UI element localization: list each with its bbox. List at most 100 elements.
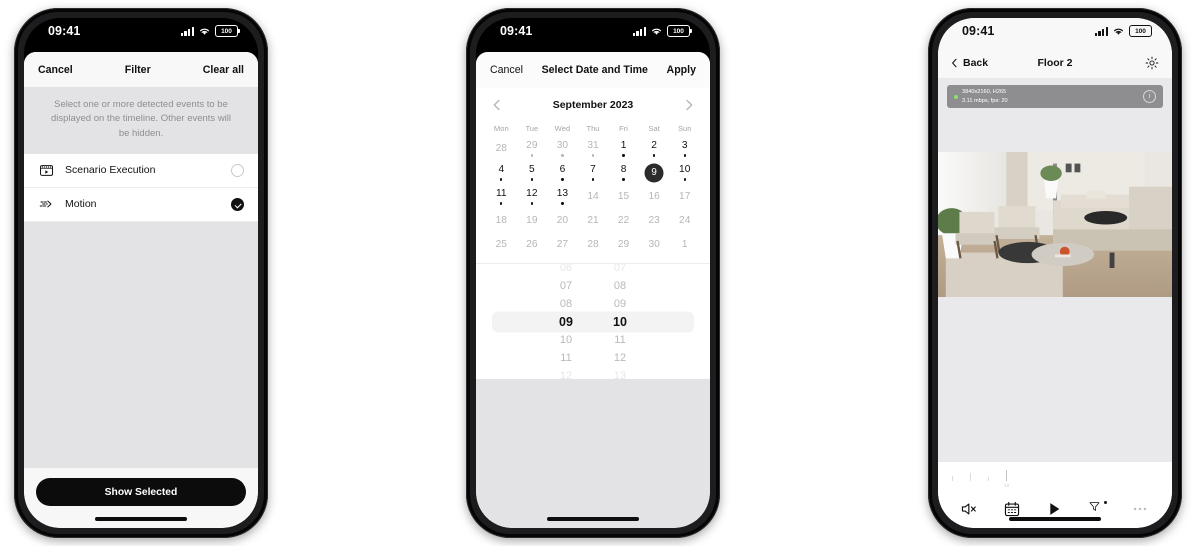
filter-screen-body: Cancel Filter Clear all Select one or mo… [24,48,258,528]
list-item-motion[interactable]: Motion [24,187,258,222]
calendar-day-17[interactable]: 17 [669,185,700,209]
calendar-event-dot [530,178,534,181]
calendar-day-7[interactable]: 7 [578,161,609,185]
calendar-day-8[interactable]: 8 [608,161,639,185]
minute-wheel[interactable]: 07 08 09 10 11 12 13 [603,264,637,379]
calendar-day-9[interactable]: 9 [639,161,670,185]
calendar-day-29[interactable]: 29 [608,233,639,257]
calendar-day-6[interactable]: 6 [547,161,578,185]
calendar-day-2[interactable]: 2 [639,137,670,161]
cancel-button[interactable]: Cancel [38,64,73,76]
calendar-day-25[interactable]: 25 [486,233,517,257]
calendar-day-number: 29 [617,238,630,250]
speaker-mute-button[interactable] [960,500,979,519]
back-label: Back [963,57,989,69]
calendar-day-number: 21 [587,214,599,226]
calendar-day-number: 1 [620,140,627,152]
calendar-day-23[interactable]: 23 [639,209,670,233]
calendar-day-number: 18 [495,214,507,226]
calendar-day-number: 2 [651,140,657,152]
calendar-day-27[interactable]: 27 [547,233,578,257]
minute-option[interactable]: 11 [614,331,625,349]
clear-all-button[interactable]: Clear all [203,64,244,76]
time-picker[interactable]: 06 07 08 09 10 11 12 07 08 09 10 11 12 13 [476,264,710,379]
filter-sheet: Cancel Filter Clear all Select one or mo… [24,52,258,528]
more-ellipsis-button[interactable] [1131,500,1150,519]
hour-option[interactable]: 08 [560,295,572,313]
minute-option[interactable]: 09 [614,295,626,313]
calendar-day-29[interactable]: 29 [517,137,548,161]
funnel-button[interactable] [1088,500,1108,519]
chevron-right-icon[interactable] [682,98,696,112]
home-indicator [547,517,639,521]
hour-selected[interactable]: 09 [559,313,573,331]
minute-option[interactable]: 08 [614,277,626,295]
hour-option[interactable]: 12 [560,367,572,380]
hour-option[interactable]: 06 [560,264,572,277]
calendar-button[interactable] [1003,500,1022,519]
minute-option[interactable]: 12 [614,349,626,367]
datetime-sheet: Cancel Select Date and Time Apply Septem… [476,52,710,528]
calendar-day-1[interactable]: 1 [608,137,639,161]
green-status-dot [954,94,958,99]
calendar-day-11[interactable]: 11 [486,185,517,209]
calendar-day-number: 30 [556,140,569,152]
hour-option[interactable]: 07 [560,277,572,295]
calendar-day-15[interactable]: 15 [608,185,639,209]
calendar-day-28[interactable]: 28 [486,137,517,161]
calendar-day-30[interactable]: 30 [639,233,670,257]
minute-option[interactable]: 13 [614,367,626,380]
calendar-day-number: 11 [495,188,507,200]
calendar-day-10[interactable]: 10 [669,161,700,185]
calendar-day-13[interactable]: 13 [547,185,578,209]
datetime-empty-area [476,379,710,528]
hour-option[interactable]: 11 [560,349,571,367]
cancel-button[interactable]: Cancel [490,64,523,76]
minute-selected[interactable]: 10 [613,313,627,331]
calendar-event-dot [622,178,625,181]
list-item-scenario-execution[interactable]: Scenario Execution [24,153,258,188]
calendar-day-3[interactable]: 3 [669,137,700,161]
calendar-event-dot [683,178,686,181]
calendar-day-21[interactable]: 21 [578,209,609,233]
calendar-day-30[interactable]: 30 [547,137,578,161]
info-circle-icon[interactable]: i [1143,90,1156,103]
calendar-day-24[interactable]: 24 [669,209,700,233]
calendar-day-26[interactable]: 26 [517,233,548,257]
gear-icon[interactable] [1144,55,1160,71]
weekday-label: Mon [493,124,509,133]
calendar-day-number: 5 [529,164,535,176]
calendar-day-1[interactable]: 1 [669,233,700,257]
hour-option[interactable]: 10 [560,331,572,349]
calendar-day-14[interactable]: 14 [578,185,609,209]
cellular-bars-icon [180,26,194,36]
show-selected-button[interactable]: Show Selected [36,478,246,506]
apply-button[interactable]: Apply [667,64,696,76]
calendar-day-16[interactable]: 16 [639,185,670,209]
chevron-left-icon[interactable] [490,98,504,112]
calendar-day-number: 31 [587,140,599,152]
checkbox-scenario-execution[interactable] [231,163,244,177]
calendar-day-number: 29 [526,140,538,152]
calendar-day-22[interactable]: 22 [608,209,639,233]
calendar-day-18[interactable]: 18 [486,209,517,233]
hour-wheel[interactable]: 06 07 08 09 10 11 12 [549,264,583,379]
calendar-day-19[interactable]: 19 [517,209,548,233]
checkbox-motion[interactable] [231,197,244,211]
home-indicator [1009,517,1101,521]
calendar-day-12[interactable]: 12 [517,185,548,209]
list-item-label: Motion [65,198,97,211]
calendar-event-dot [530,202,534,205]
calendar-day-28[interactable]: 28 [578,233,609,257]
calendar-day-4[interactable]: 4 [486,161,517,185]
back-button[interactable]: Back [950,57,988,69]
timeline-strip[interactable]: 13 [938,462,1172,490]
timeline-tick-label: 13 [1004,483,1010,488]
calendar-day-number: 25 [495,238,507,250]
camera-live-view[interactable]: Snap a PhotoSpotlight ObjectsDownloadVid… [938,152,1172,297]
calendar-day-31[interactable]: 31 [578,137,609,161]
calendar-day-5[interactable]: 5 [517,161,548,185]
minute-option[interactable]: 07 [614,264,626,277]
calendar-day-20[interactable]: 20 [547,209,578,233]
play-button[interactable] [1045,500,1064,519]
